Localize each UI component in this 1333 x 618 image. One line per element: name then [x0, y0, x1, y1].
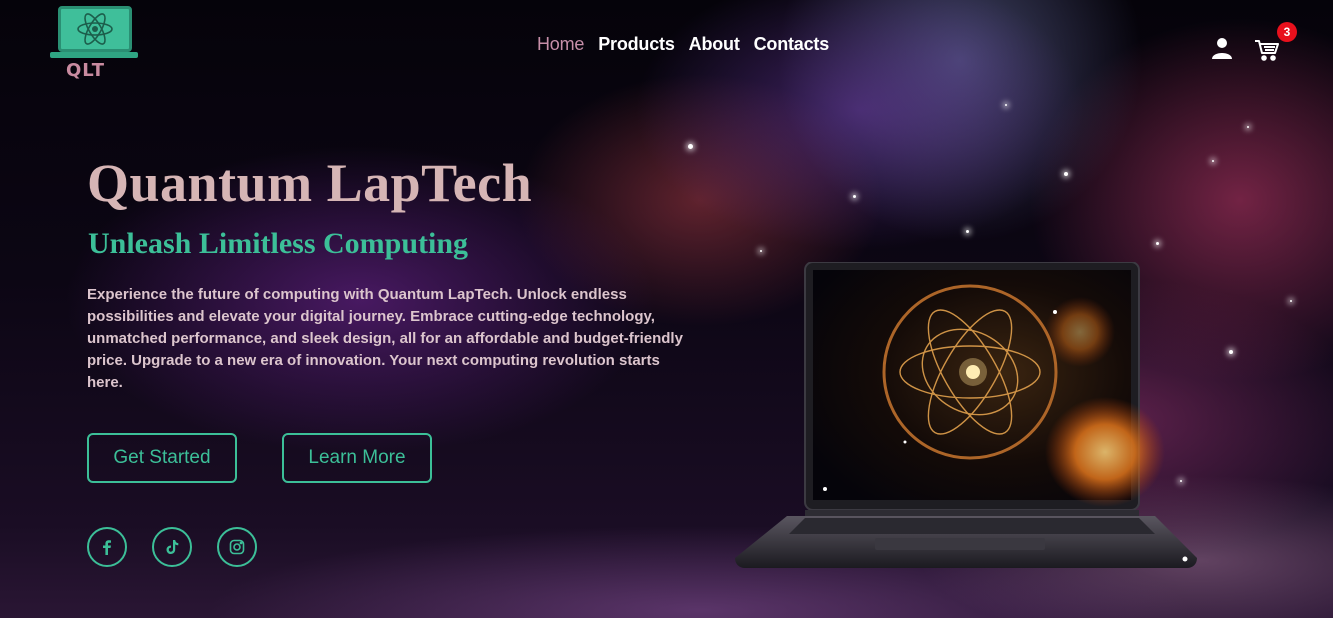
cart-icon[interactable]	[1254, 38, 1280, 62]
instagram-link[interactable]	[217, 527, 257, 567]
user-icon[interactable]	[1211, 37, 1233, 59]
get-started-button[interactable]: Get Started	[87, 433, 237, 483]
tiktok-link[interactable]	[152, 527, 192, 567]
instagram-icon	[229, 539, 245, 555]
logo-screen	[58, 6, 132, 52]
facebook-link[interactable]	[87, 527, 127, 567]
tiktok-icon	[166, 540, 179, 554]
hero-description: Experience the future of computing with …	[87, 286, 683, 391]
nav-products[interactable]: Products	[598, 34, 675, 55]
learn-more-button[interactable]: Learn More	[282, 433, 432, 483]
main-nav: Home Products About Contacts	[537, 34, 829, 55]
nav-contacts[interactable]: Contacts	[754, 34, 830, 55]
hero-title: Quantum LapTech	[87, 153, 533, 213]
logo-base	[50, 52, 138, 58]
logo-text: QLT	[66, 60, 106, 81]
atom-icon	[77, 13, 113, 45]
hero-subtitle: Unleash Limitless Computing	[88, 227, 469, 260]
cart-count-badge: 3	[1277, 22, 1297, 42]
laptop-illustration	[735, 261, 1200, 572]
brand-logo[interactable]: QLT	[50, 6, 138, 82]
nav-about[interactable]: About	[689, 34, 740, 55]
nav-home[interactable]: Home	[537, 34, 584, 55]
facebook-icon	[103, 540, 111, 555]
